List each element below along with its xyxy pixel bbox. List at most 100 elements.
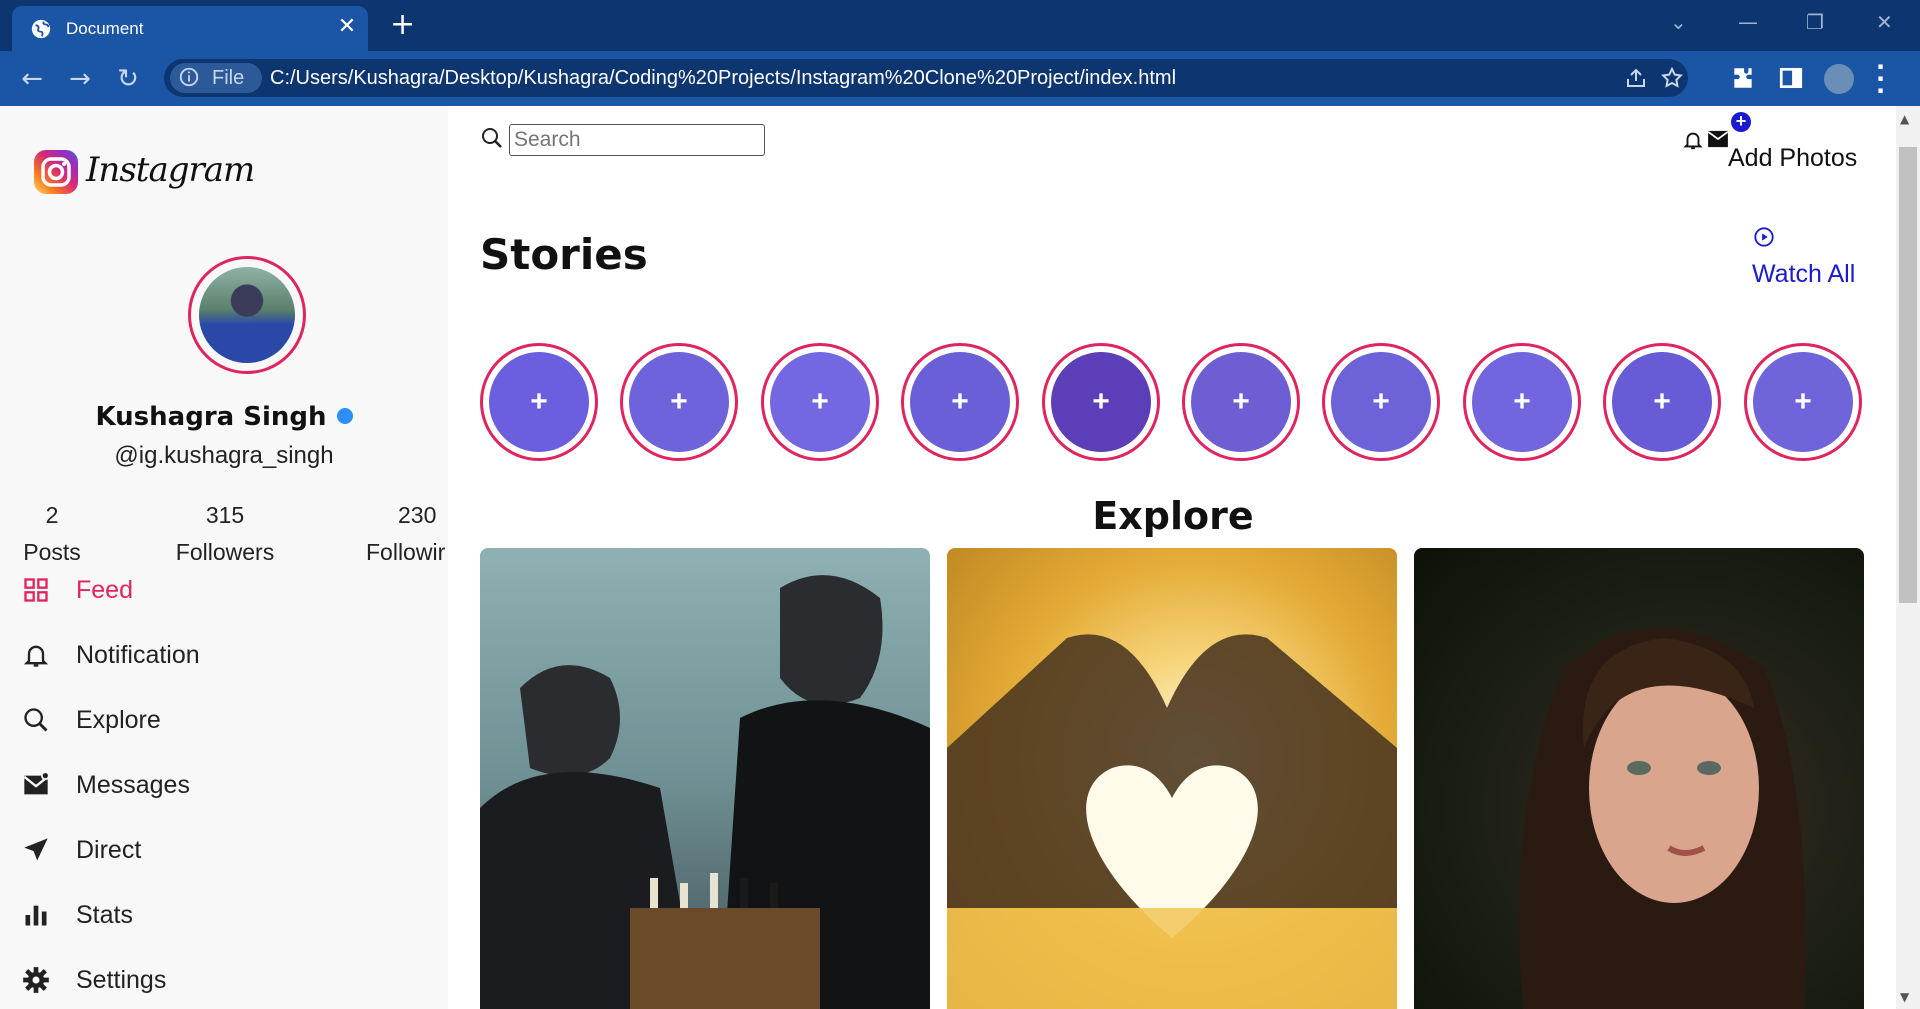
story-plus-icon: + <box>951 385 969 418</box>
story-thumbnail: + <box>1331 352 1431 452</box>
logo-wordmark: Instagram <box>86 150 255 190</box>
story-item[interactable]: + <box>1042 343 1160 461</box>
story-thumbnail: + <box>1051 352 1151 452</box>
sidebar: Instagram Kushagra Singh @ig.kushagra_si… <box>0 106 448 1009</box>
search-input[interactable] <box>509 124 765 156</box>
story-thumbnail: + <box>489 352 589 452</box>
back-button[interactable]: ← <box>16 63 48 95</box>
story-plus-icon: + <box>1513 385 1531 418</box>
bell-icon <box>23 645 49 667</box>
story-plus-icon: + <box>530 385 548 418</box>
sidebar-item-label: Messages <box>76 771 190 799</box>
story-plus-icon: + <box>1372 385 1390 418</box>
info-icon <box>179 67 199 87</box>
side-panel-icon[interactable] <box>1778 65 1804 91</box>
send-icon <box>24 838 48 861</box>
sidebar-item-messages[interactable]: Messages <box>22 767 422 807</box>
sidebar-item-label: Notification <box>76 641 200 669</box>
story-plus-icon: + <box>670 385 688 418</box>
explore-photo-heart-hands[interactable] <box>947 548 1397 1009</box>
story-plus-icon: + <box>1232 385 1250 418</box>
close-window-button[interactable]: ✕ <box>1876 10 1893 34</box>
sidebar-item-label: Direct <box>76 836 142 864</box>
story-item[interactable]: + <box>1182 343 1300 461</box>
bell-icon[interactable] <box>1682 128 1704 152</box>
play-circle-icon[interactable] <box>1753 226 1775 248</box>
forward-button[interactable]: → <box>64 63 96 95</box>
sidebar-item-explore[interactable]: Explore <box>22 702 422 742</box>
bookmark-star-icon[interactable] <box>1660 66 1684 90</box>
watch-all-link[interactable]: Watch All <box>1752 260 1855 289</box>
address-bar[interactable]: File C:/Users/Kushagra/Desktop/Kushagra/… <box>164 59 1688 97</box>
stat-following: 230 Followir <box>366 502 466 566</box>
sidebar-item-direct[interactable]: Direct <box>22 832 422 872</box>
story-item[interactable]: + <box>761 343 879 461</box>
reload-button[interactable]: ↻ <box>112 63 144 95</box>
mail-icon[interactable] <box>1707 130 1729 148</box>
explore-photo-chess[interactable] <box>480 548 930 1009</box>
sidebar-item-settings[interactable]: Settings <box>22 962 422 1002</box>
scroll-up-arrow-icon[interactable]: ▲ <box>1900 112 1909 126</box>
explore-photo-portrait[interactable] <box>1414 548 1864 1009</box>
mail-icon <box>23 771 50 795</box>
story-plus-icon: + <box>1653 385 1671 418</box>
story-thumbnail: + <box>1612 352 1712 452</box>
portrait-photo-art <box>1519 628 1806 1009</box>
sidebar-item-label: Stats <box>76 901 133 929</box>
story-item[interactable]: + <box>1603 343 1721 461</box>
heart-hands-art <box>947 634 1397 1009</box>
globe-icon <box>31 19 51 39</box>
story-item[interactable]: + <box>1744 343 1862 461</box>
stat-value: 2 <box>45 502 59 528</box>
story-item[interactable]: + <box>1322 343 1440 461</box>
story-thumbnail: + <box>1472 352 1572 452</box>
story-item[interactable]: + <box>620 343 738 461</box>
story-thumbnail: + <box>770 352 870 452</box>
tab-title: Document <box>66 19 144 38</box>
search-icon <box>482 128 502 148</box>
extensions-icon[interactable] <box>1730 65 1756 91</box>
share-icon[interactable] <box>1624 66 1648 90</box>
page-viewport: Instagram Kushagra Singh @ig.kushagra_si… <box>0 106 1896 1009</box>
sidebar-item-stats[interactable]: Stats <box>22 897 422 937</box>
stories-heading: Stories <box>480 230 648 279</box>
more-menu-icon[interactable]: · · · <box>1876 55 1885 103</box>
profile-name-row: Kushagra Singh <box>0 402 448 432</box>
sidebar-item-feed[interactable]: Feed <box>22 572 422 612</box>
scroll-down-arrow-icon[interactable]: ▼ <box>1900 990 1909 1004</box>
sidebar-item-notification[interactable]: Notification <box>22 637 422 677</box>
close-tab-icon[interactable]: ✕ <box>334 14 360 40</box>
stat-posts: 2 Posts <box>22 502 82 566</box>
profile-handle: @ig.kushagra_singh <box>114 442 334 469</box>
browser-tab[interactable]: Document ✕ <box>12 6 368 51</box>
stat-followers: 315 Followers <box>170 502 280 566</box>
add-photos-button[interactable]: Add Photos <box>1728 144 1857 173</box>
story-thumbnail: + <box>1191 352 1291 452</box>
site-info-chip[interactable]: File <box>170 63 262 93</box>
profile-photo <box>199 267 295 363</box>
stat-label: Followir <box>366 539 446 565</box>
minimize-button[interactable]: — <box>1738 10 1758 34</box>
chevron-down-icon[interactable]: ⌄ <box>1670 10 1687 34</box>
profile-avatar[interactable] <box>1824 64 1854 94</box>
story-item[interactable]: + <box>480 343 598 461</box>
story-thumbnail: + <box>629 352 729 452</box>
url-text[interactable]: C:/Users/Kushagra/Desktop/Kushagra/Codin… <box>270 67 1176 90</box>
stat-label: Followers <box>175 539 275 565</box>
stat-value: 230 <box>398 502 437 528</box>
scrollbar-thumb[interactable] <box>1899 147 1917 603</box>
new-tab-button[interactable]: + <box>390 10 415 40</box>
story-plus-icon: + <box>1794 385 1812 418</box>
restore-button[interactable]: ❐ <box>1806 10 1824 34</box>
story-item[interactable]: + <box>901 343 1019 461</box>
story-thumbnail: + <box>1753 352 1853 452</box>
add-badge-icon[interactable]: + <box>1731 112 1751 132</box>
grid-icon <box>24 578 48 602</box>
chess-photo-art <box>480 575 930 1009</box>
profile-photo-ring[interactable] <box>188 256 306 374</box>
browser-toolbar: ← → ↻ File C:/Users/Kushagra/Desktop/Kus… <box>0 51 1920 106</box>
explore-heading: Explore <box>1092 494 1254 538</box>
stat-label: Posts <box>23 539 81 565</box>
instagram-logo[interactable]: Instagram <box>34 150 255 200</box>
story-item[interactable]: + <box>1463 343 1581 461</box>
